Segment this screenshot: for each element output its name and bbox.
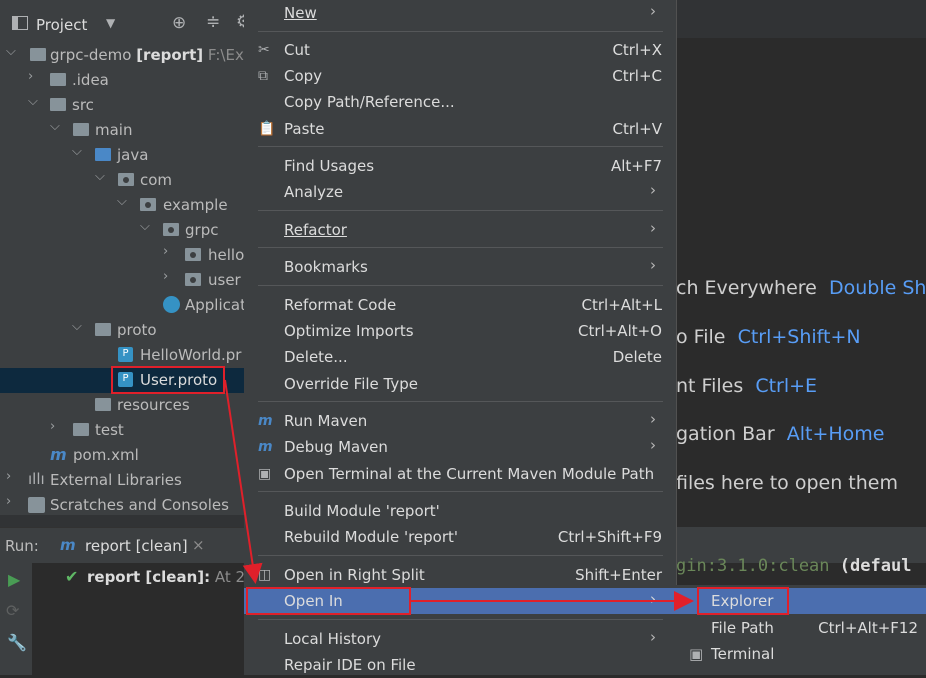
annotation-arrows <box>224 379 694 611</box>
